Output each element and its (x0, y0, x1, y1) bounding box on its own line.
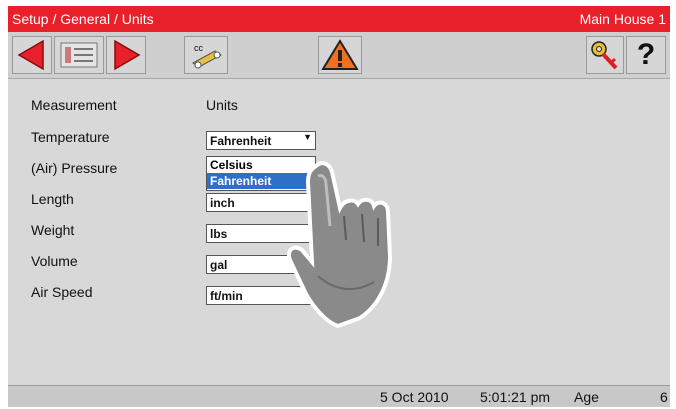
air-speed-value: ft/min (210, 289, 243, 303)
warning-icon (321, 39, 359, 70)
volume-label: Volume (31, 253, 78, 269)
cc-tool-icon: cc (192, 43, 222, 69)
status-time: 5:01:21 pm (480, 389, 551, 405)
air-speed-label: Air Speed (31, 284, 93, 300)
alarm-button[interactable] (318, 36, 362, 74)
weight-label: Weight (31, 222, 75, 238)
weight-value: lbs (210, 227, 228, 241)
status-date: 5 Oct 2010 (380, 389, 449, 405)
temperature-value: Fahrenheit (210, 134, 272, 148)
units-header: Units (206, 97, 238, 113)
length-value: inch (210, 196, 235, 210)
volume-value: gal (210, 258, 228, 272)
menu-button[interactable] (54, 36, 104, 74)
age-label: Age (574, 389, 599, 405)
back-button[interactable] (12, 36, 52, 74)
cc-label: cc (194, 43, 204, 53)
measurement-header: Measurement (31, 97, 117, 113)
title-bar: Setup / General / Units Main House 1 (8, 6, 670, 32)
help-icon: ? (636, 38, 656, 71)
toolbar: cc ? (8, 32, 670, 79)
length-label: Length (31, 191, 74, 207)
key-icon (591, 41, 618, 70)
age-value: 6 (660, 389, 668, 405)
air-pressure-label: (Air) Pressure (31, 160, 118, 176)
list-icon (60, 42, 98, 68)
help-button[interactable]: ? (626, 36, 666, 74)
location-name: Main House 1 (579, 11, 666, 27)
temperature-select[interactable]: Fahrenheit ▼ (206, 131, 316, 150)
right-arrow-icon (114, 39, 141, 71)
forward-button[interactable] (106, 36, 146, 74)
hand-pointer-icon (287, 161, 393, 329)
status-bar: 5 Oct 2010 5:01:21 pm Age 6 (8, 385, 670, 407)
chevron-down-icon: ▼ (303, 132, 312, 142)
login-button[interactable] (586, 36, 624, 74)
cc-tool-button[interactable]: cc (184, 36, 228, 74)
breadcrumb: Setup / General / Units (12, 11, 154, 27)
app-window: Setup / General / Units Main House 1 cc … (8, 6, 670, 407)
left-arrow-icon (17, 39, 44, 71)
temperature-label: Temperature (31, 129, 110, 145)
